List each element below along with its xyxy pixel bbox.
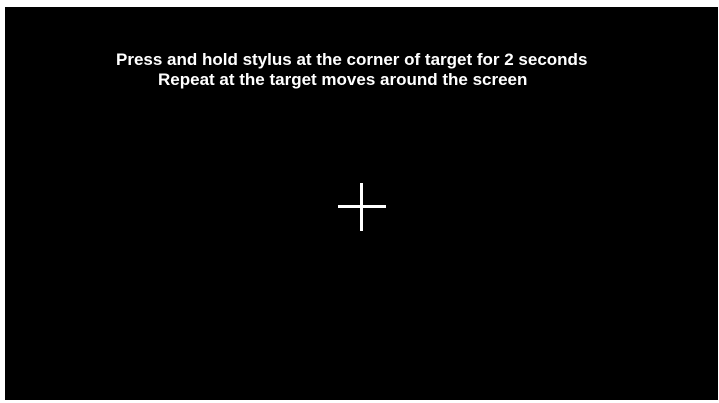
calibration-screen[interactable]: Press and hold stylus at the corner of t…	[5, 7, 718, 400]
crosshair-vertical-bar	[360, 183, 363, 231]
instruction-line-2: Repeat at the target moves around the sc…	[158, 70, 528, 89]
crosshair-icon[interactable]	[338, 183, 386, 231]
instruction-line-1: Press and hold stylus at the corner of t…	[116, 50, 588, 69]
